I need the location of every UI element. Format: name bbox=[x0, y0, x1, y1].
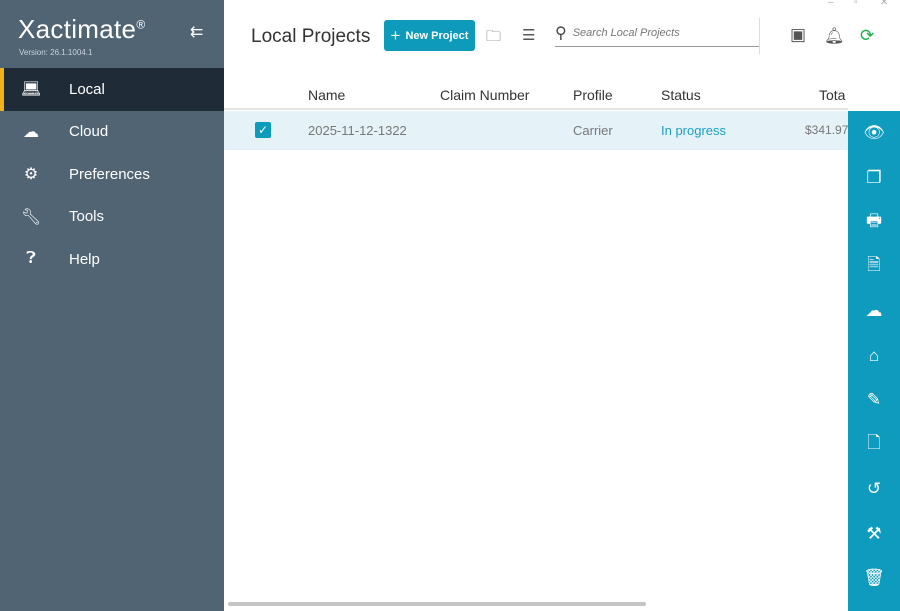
close-icon[interactable]: ✕ bbox=[880, 0, 888, 8]
sidebar-item-preferences[interactable]: ⚙ Preferences bbox=[0, 153, 224, 196]
cell-profile: Carrier bbox=[573, 123, 613, 138]
table-header: Name Claim Number Profile Status Tota bbox=[224, 80, 848, 110]
document-icon[interactable]: 🗋 bbox=[848, 423, 900, 468]
tools-icon[interactable]: ⚒ bbox=[848, 512, 900, 557]
new-project-label: New Project bbox=[405, 29, 469, 42]
folder-icon[interactable]: 🗀 bbox=[486, 26, 501, 51]
gear-icon: ⚙ bbox=[23, 166, 39, 184]
cell-name: 2025-11-12-1322 bbox=[308, 123, 407, 138]
sidebar-item-cloud[interactable]: ☁ Cloud bbox=[0, 111, 224, 154]
search-icon: ⚲ bbox=[555, 25, 567, 42]
edit-icon[interactable]: ✎ bbox=[848, 378, 900, 423]
column-profile[interactable]: Profile bbox=[573, 87, 613, 103]
save-report-icon[interactable]: 🗎 bbox=[848, 245, 900, 290]
column-status[interactable]: Status bbox=[661, 87, 701, 103]
minimize-icon[interactable]: – bbox=[828, 0, 834, 8]
action-bar: 👁︎ ❐ 🖶 🗎 ☁ ⌂ ✎ 🗋 ↺ ⚒ 🗑︎ bbox=[848, 111, 900, 611]
row-checkbox[interactable]: ✓ bbox=[255, 122, 271, 138]
sidebar: Xactimate® Version: 26.1.1004.1 ⇇ 💻︎ Loca… bbox=[0, 0, 224, 611]
help-icon: ❓︎ bbox=[26, 250, 36, 268]
column-claim-number[interactable]: Claim Number bbox=[440, 87, 529, 103]
cloud-icon: ☁ bbox=[23, 123, 39, 141]
history-icon[interactable]: ↺ bbox=[848, 467, 900, 512]
maximize-icon[interactable]: ▫ bbox=[854, 0, 858, 8]
sidebar-item-label: Tools bbox=[69, 208, 105, 226]
sidebar-nav: 💻︎ Local ☁ Cloud ⚙ Preferences 🔧︎ Tools ❓︎ He… bbox=[0, 68, 224, 281]
divider bbox=[759, 18, 760, 54]
registered-mark: ® bbox=[136, 17, 146, 32]
collapse-menu-icon[interactable]: ⇇ bbox=[190, 22, 203, 42]
plus-icon: + bbox=[390, 25, 401, 45]
sidebar-item-help[interactable]: ❓︎ Help bbox=[0, 238, 224, 281]
delete-icon[interactable]: 🗑︎ bbox=[848, 556, 900, 601]
upload-cloud-icon[interactable]: ☁ bbox=[848, 289, 900, 334]
sidebar-item-label: Cloud bbox=[69, 123, 109, 141]
sidebar-item-label: Local bbox=[69, 80, 105, 98]
copy-icon[interactable]: ❐ bbox=[848, 156, 900, 201]
header: Local Projects + New Project 🗀 ☰ ⚲ ▣ 🔔︎ ⟳… bbox=[224, 0, 900, 68]
page-title: Local Projects bbox=[251, 26, 371, 47]
app-name: Xactimate bbox=[18, 14, 137, 44]
cell-status: In progress bbox=[661, 123, 727, 138]
sidebar-item-tools[interactable]: 🔧︎ Tools bbox=[0, 196, 224, 239]
column-name[interactable]: Name bbox=[308, 87, 345, 103]
view-icon[interactable]: 👁︎ bbox=[848, 111, 900, 156]
sidebar-item-label: Preferences bbox=[69, 165, 150, 183]
search-input[interactable] bbox=[572, 27, 743, 39]
wrench-icon: 🔧︎ bbox=[20, 208, 42, 226]
filter-icon[interactable]: ☰ bbox=[522, 26, 535, 44]
new-project-button[interactable]: + New Project bbox=[384, 20, 475, 51]
property-icon[interactable]: ⌂ bbox=[848, 334, 900, 379]
app-logo: Xactimate® bbox=[18, 14, 145, 45]
print-icon[interactable]: 🖶 bbox=[848, 200, 900, 245]
table-row[interactable]: ✓ 2025-11-12-1322 Carrier In progress $3… bbox=[224, 111, 848, 150]
sidebar-item-label: Help bbox=[69, 250, 100, 268]
sidebar-item-local[interactable]: 💻︎ Local bbox=[0, 68, 224, 111]
search-box: ⚲ bbox=[555, 20, 760, 47]
cell-total: $341.97 bbox=[805, 123, 849, 137]
bell-icon[interactable]: 🔔︎ bbox=[824, 26, 844, 46]
contact-card-icon[interactable]: ▣ bbox=[790, 25, 806, 45]
column-total[interactable]: Tota bbox=[819, 87, 845, 103]
version-label: Version: 26.1.1004.1 bbox=[19, 48, 93, 57]
horizontal-scrollbar[interactable] bbox=[228, 602, 646, 606]
laptop-icon: 💻︎ bbox=[20, 81, 42, 99]
sync-icon[interactable]: ⟳ bbox=[860, 26, 874, 46]
